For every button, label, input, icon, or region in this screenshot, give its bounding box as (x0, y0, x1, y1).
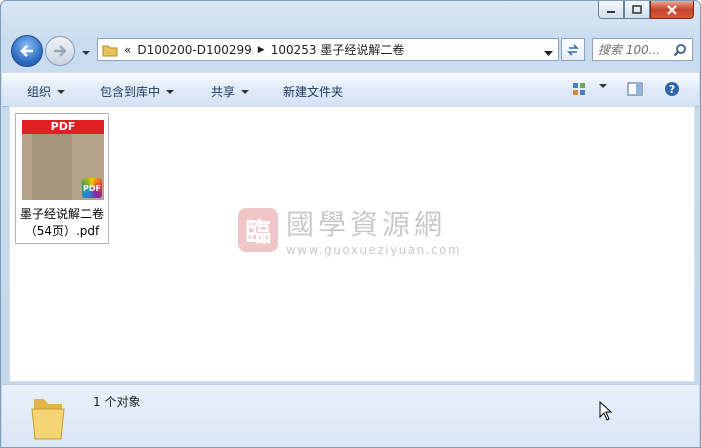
preview-pane-button[interactable] (627, 82, 643, 99)
address-bar[interactable]: « D100200-D100299 ▶ 100253 墨子经说解二卷 (97, 38, 559, 61)
folder-icon (102, 45, 118, 56)
share-menu[interactable]: 共享 (211, 83, 250, 100)
close-button[interactable] (650, 1, 694, 19)
forward-button[interactable] (45, 36, 75, 66)
refresh-button[interactable] (561, 38, 585, 61)
search-box[interactable]: 搜索 100... (592, 38, 693, 61)
command-bar: 组织 包含到库中 共享 新建文件夹 ? (2, 73, 699, 107)
watermark-seal-icon: 臨 (238, 208, 278, 252)
navigation-bar: « D100200-D100299 ▶ 100253 墨子经说解二卷 搜索 10… (1, 31, 700, 69)
chevron-down-icon (57, 90, 66, 94)
recent-pages-dropdown[interactable] (81, 45, 91, 59)
svg-text:?: ? (669, 83, 675, 96)
change-view-button[interactable] (572, 82, 586, 99)
file-name-line1: 墨子经说解二卷 (19, 207, 104, 221)
view-icon (573, 83, 585, 95)
view-options-dropdown[interactable] (593, 79, 607, 93)
breadcrumb-separator-icon[interactable]: ▶ (258, 45, 265, 55)
breadcrumb-segment-1[interactable]: D100200-D100299 (137, 43, 251, 57)
minimize-button[interactable] (598, 1, 624, 19)
chevron-down-icon (544, 51, 553, 56)
address-overflow-chevron[interactable]: « (124, 43, 131, 57)
address-history-dropdown[interactable] (544, 46, 553, 60)
maximize-icon (632, 5, 642, 14)
caption-buttons (598, 1, 694, 19)
details-pane: 1 个对象 (2, 384, 699, 447)
help-icon: ? (665, 82, 679, 96)
file-name[interactable]: 墨子经说解二卷 （54页）.pdf (16, 206, 108, 240)
organize-menu[interactable]: 组织 (27, 83, 66, 100)
pdf-thumbnail: PDF PDF (22, 120, 104, 200)
chevron-down-icon (166, 90, 175, 94)
folder-icon (31, 399, 65, 440)
pdf-thumbnail-label: PDF (22, 120, 104, 134)
preview-pane-icon (627, 82, 643, 96)
close-icon (667, 4, 677, 15)
organize-label: 组织 (27, 85, 52, 99)
pdf-app-icon: PDF (82, 178, 102, 198)
item-count: 1 个对象 (93, 395, 141, 409)
minimize-icon (607, 10, 615, 13)
mouse-cursor-icon (599, 401, 613, 421)
search-placeholder: 搜索 100... (598, 43, 661, 57)
watermark-url: www.guoxueziyuan.com (286, 243, 462, 257)
file-item[interactable]: PDF PDF 墨子经说解二卷 （54页）.pdf (15, 113, 109, 244)
new-folder-button[interactable]: 新建文件夹 (283, 83, 343, 100)
share-label: 共享 (211, 85, 236, 99)
file-list-pane[interactable]: PDF PDF 墨子经说解二卷 （54页）.pdf 臨 國學資源網 www.gu… (9, 106, 695, 382)
include-library-label: 包含到库中 (100, 85, 161, 99)
watermark-name: 國學資源網 (286, 208, 447, 241)
help-button[interactable]: ? (664, 81, 680, 100)
search-icon (673, 44, 686, 57)
explorer-window: « D100200-D100299 ▶ 100253 墨子经说解二卷 搜索 10… (0, 0, 701, 448)
arrow-right-icon (54, 45, 67, 57)
scanned-page-image (32, 134, 72, 200)
chevron-down-icon (241, 90, 250, 94)
watermark: 臨 國學資源網 www.guoxueziyuan.com (238, 203, 461, 257)
back-button[interactable] (11, 35, 43, 67)
include-in-library-menu[interactable]: 包含到库中 (100, 83, 175, 100)
breadcrumb-segment-2[interactable]: 100253 墨子经说解二卷 (271, 41, 405, 58)
maximize-button[interactable] (624, 1, 650, 19)
refresh-icon (567, 43, 579, 56)
chevron-down-icon (82, 51, 90, 55)
arrow-left-icon (20, 45, 33, 57)
chevron-down-icon (599, 84, 607, 88)
file-name-line2: （54页）.pdf (24, 224, 100, 238)
